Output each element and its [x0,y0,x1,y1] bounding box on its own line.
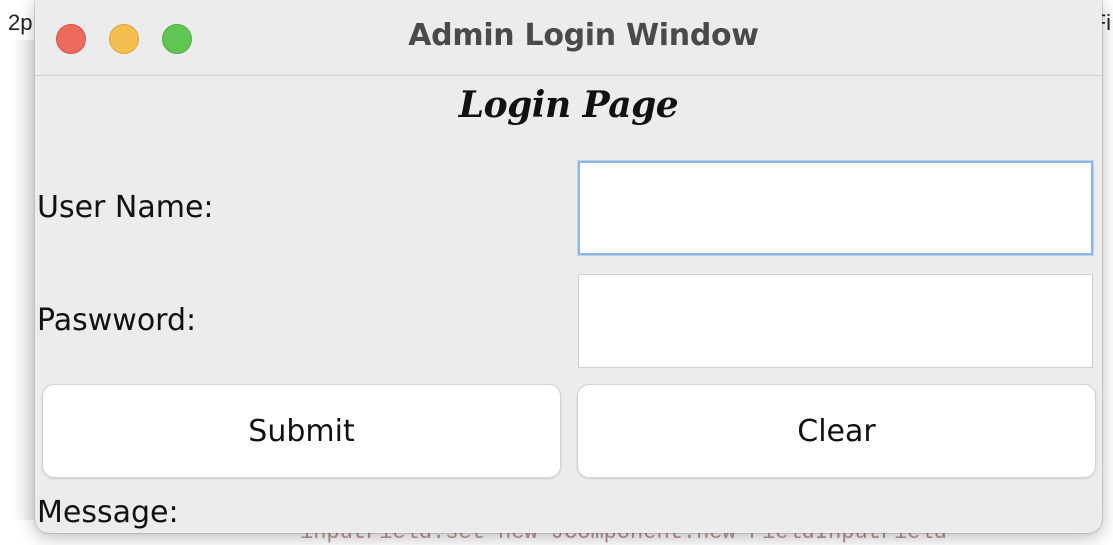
username-input[interactable] [578,161,1093,255]
login-window: Admin Login Window Login Page User Name:… [35,0,1102,533]
title-bar[interactable]: Admin Login Window [35,0,1102,76]
clear-button[interactable]: Clear [577,384,1096,478]
username-label: User Name: [37,190,214,225]
page-title: Login Page [458,84,679,126]
message-label: Message: [37,495,179,530]
password-input[interactable] [578,274,1093,368]
password-label: Paswword: [37,303,197,338]
window-title: Admin Login Window [408,18,759,53]
background-text-left: 2p [8,10,33,35]
submit-button[interactable]: Submit [42,384,561,478]
window-shadow [10,40,34,520]
